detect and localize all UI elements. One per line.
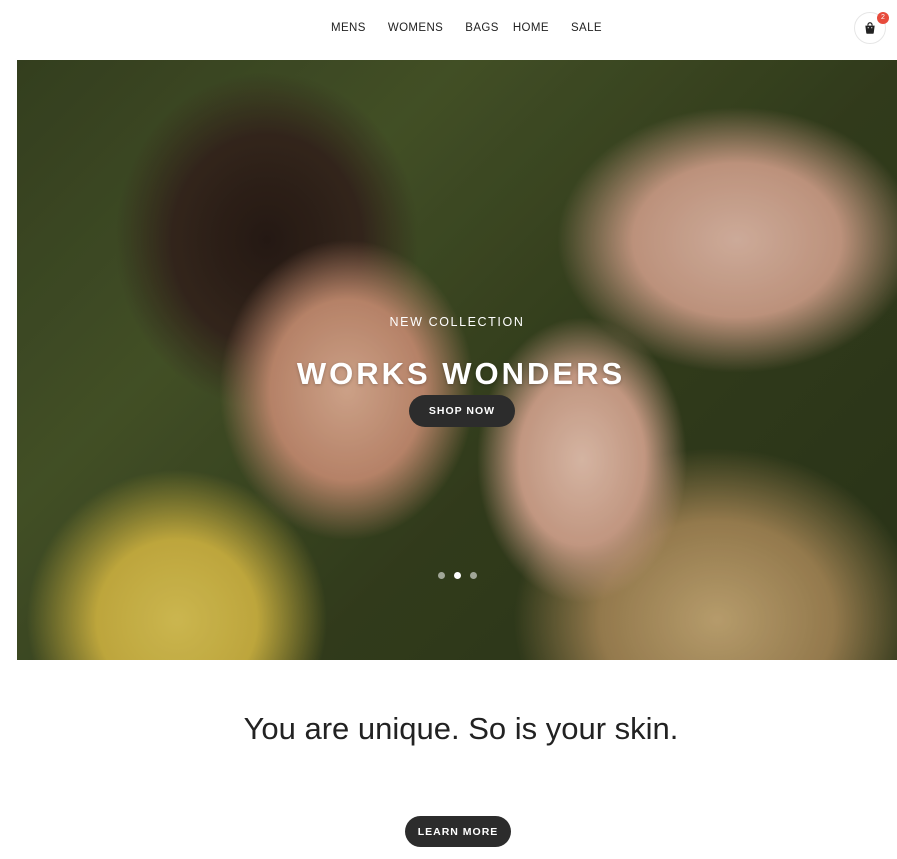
nav-link-womens[interactable]: WOMENS — [388, 21, 443, 35]
cart-button[interactable]: 2 — [854, 12, 889, 44]
main-nav: MENS WOMENS BAGS HOME SALE — [331, 21, 602, 35]
slider-pagination — [438, 572, 486, 579]
shop-now-button[interactable]: SHOP NOW — [409, 395, 515, 427]
nav-link-mens[interactable]: MENS — [331, 21, 366, 35]
hero-title: WORKS WONDERS — [296, 356, 626, 391]
section-tagline: You are unique. So is your skin. — [243, 711, 679, 746]
slider-dot-1[interactable] — [438, 572, 445, 579]
nav-link-bags[interactable]: BAGS — [465, 21, 499, 35]
nav-link-sale[interactable]: SALE — [571, 21, 602, 35]
site-header: MENS WOMENS BAGS HOME SALE 2 — [0, 0, 897, 60]
hero-slider: NEW COLLECTION WORKS WONDERS SHOP NOW — [17, 60, 897, 660]
cart-count-badge: 2 — [877, 12, 889, 24]
nav-link-home[interactable]: HOME — [513, 21, 549, 35]
slider-dot-3[interactable] — [470, 572, 477, 579]
slider-dot-2[interactable] — [454, 572, 461, 579]
hero-subtitle: NEW COLLECTION — [389, 315, 525, 329]
shopping-bag-icon — [865, 22, 875, 34]
learn-more-button[interactable]: LEARN MORE — [405, 816, 511, 847]
